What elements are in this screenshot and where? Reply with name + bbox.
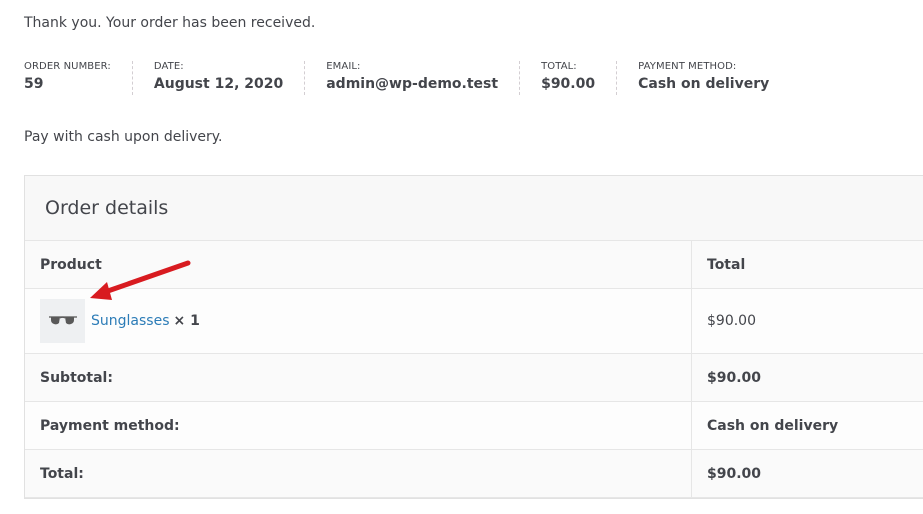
order-total-label: TOTAL: — [541, 61, 577, 72]
order-email-value: admin@wp-demo.test — [326, 76, 499, 92]
order-total: TOTAL: $90.00 — [520, 61, 618, 95]
total-column-header: Total — [691, 241, 923, 289]
product-cell: Sunglasses × 1 — [25, 288, 692, 354]
order-payment-method: PAYMENT METHOD: Cash on delivery — [617, 61, 790, 95]
order-details-header: Order details — [25, 176, 923, 241]
order-email: EMAIL: admin@wp-demo.test — [305, 61, 521, 95]
payment-method-row: Payment method: Cash on delivery — [25, 401, 923, 450]
order-overview: ORDER NUMBER: 59 DATE: August 12, 2020 E… — [24, 61, 790, 95]
table-row: Sunglasses × 1 $90.00 — [25, 288, 923, 354]
sunglasses-icon — [48, 316, 77, 325]
payment-method-label: Payment method: — [25, 401, 692, 450]
order-details-table: Product Total Sunglasses × 1 $90.00 Subt… — [25, 241, 923, 498]
product-info: Sunglasses × 1 — [40, 299, 676, 343]
product-quantity: × 1 — [173, 313, 200, 329]
product-thumbnail[interactable] — [40, 299, 85, 343]
table-header-row: Product Total — [25, 241, 923, 289]
order-number-label: ORDER NUMBER: — [24, 61, 111, 72]
order-received-notice: Thank you. Your order has been received. — [24, 15, 316, 31]
order-payment-method-value: Cash on delivery — [638, 76, 770, 92]
order-details-title: Order details — [45, 197, 169, 219]
order-payment-method-label: PAYMENT METHOD: — [638, 61, 737, 72]
order-details-section: Order details Product Total Sunglasses ×… — [24, 175, 923, 499]
payment-method-value: Cash on delivery — [691, 401, 923, 450]
subtotal-value: $90.00 — [691, 353, 923, 402]
order-number: ORDER NUMBER: 59 — [24, 61, 133, 95]
product-total-cell: $90.00 — [691, 288, 923, 354]
order-number-value: 59 — [24, 76, 44, 92]
total-label: Total: — [25, 449, 692, 498]
product-link[interactable]: Sunglasses — [91, 313, 169, 329]
subtotal-label: Subtotal: — [25, 353, 692, 402]
total-value: $90.00 — [691, 449, 923, 498]
total-row: Total: $90.00 — [25, 449, 923, 498]
order-date-value: August 12, 2020 — [153, 76, 284, 92]
subtotal-row: Subtotal: $90.00 — [25, 353, 923, 402]
payment-instructions: Pay with cash upon delivery. — [24, 129, 223, 145]
order-date: DATE: August 12, 2020 — [133, 61, 306, 95]
order-email-label: EMAIL: — [326, 61, 361, 72]
order-date-label: DATE: — [153, 61, 184, 72]
product-column-header: Product — [25, 241, 692, 289]
order-total-value: $90.00 — [541, 76, 596, 92]
